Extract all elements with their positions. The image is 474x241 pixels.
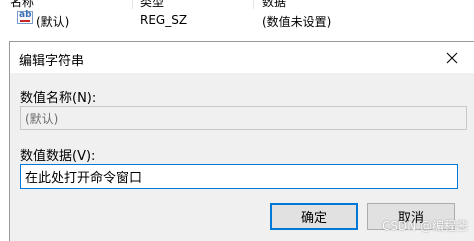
column-header-name[interactable]: 名称 xyxy=(10,0,34,9)
value-name-label: 数值名称(N): xyxy=(20,91,97,106)
column-separator xyxy=(253,0,254,9)
close-icon xyxy=(446,52,458,63)
column-separator xyxy=(132,0,133,9)
value-name-field: (默认) xyxy=(20,106,467,130)
edit-string-dialog: 编辑字符串 数值名称(N): (默认) 数值数据(V): 确定 取消 xyxy=(9,41,474,241)
string-value-icon: ab xyxy=(17,10,33,24)
registry-row-default[interactable]: (默认) REG_SZ (数值未设置) xyxy=(0,9,474,33)
value-data-input[interactable] xyxy=(20,164,458,189)
close-button[interactable] xyxy=(430,42,474,73)
column-header-type[interactable]: 类型 xyxy=(140,0,164,9)
dialog-title-bar[interactable]: 编辑字符串 xyxy=(10,42,474,73)
ok-button[interactable]: 确定 xyxy=(270,203,358,230)
registry-row-name: (默认) xyxy=(36,15,70,29)
value-data-label: 数值数据(V): xyxy=(20,149,96,164)
registry-list-header: 名称 类型 数据 xyxy=(0,0,474,9)
column-header-data[interactable]: 数据 xyxy=(262,0,286,9)
registry-row-type: REG_SZ xyxy=(140,13,188,27)
watermark: CSDN @编程酱 xyxy=(381,219,468,233)
registry-row-data: (数值未设置) xyxy=(262,15,332,29)
dialog-title: 编辑字符串 xyxy=(19,54,85,69)
